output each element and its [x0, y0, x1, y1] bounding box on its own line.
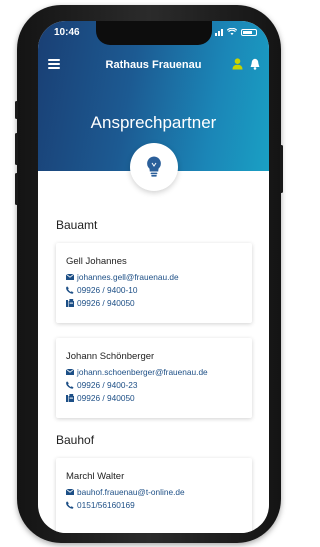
contact-name: Johann Schönberger: [66, 351, 155, 362]
mute-switch: [15, 101, 18, 119]
power-button: [280, 145, 283, 193]
mail-icon: [66, 274, 74, 280]
signal-icon: [215, 28, 223, 36]
contact-phone[interactable]: 0151/56160169: [77, 500, 135, 510]
fax-icon: [66, 299, 74, 307]
user-icon[interactable]: [232, 58, 243, 70]
section-title-bauhof: Bauhof: [56, 433, 95, 447]
lightbulb-badge: [130, 143, 178, 191]
wifi-icon: [227, 28, 237, 35]
app-screen: 10:46 Rathaus Frauenau Ansprechpartner B…: [38, 21, 269, 533]
contact-phone[interactable]: 09926 / 9400-23: [77, 380, 137, 390]
contact-fax: 09926 / 940050: [77, 393, 135, 403]
contact-email-row[interactable]: bauhof.frauenau@t-online.de: [66, 487, 185, 497]
battery-icon: [241, 28, 257, 36]
status-icons: [215, 28, 257, 36]
lightbulb-icon: [147, 156, 161, 177]
mail-icon: [66, 369, 74, 375]
contact-phone-row[interactable]: 0151/56160169: [66, 500, 135, 510]
contact-name: Gell Johannes: [66, 256, 127, 267]
volume-up-button: [15, 133, 18, 165]
contact-card[interactable]: Marchl Walter bauhof.frauenau@t-online.d…: [56, 458, 252, 533]
contact-phone-row[interactable]: 09926 / 9400-10: [66, 285, 137, 295]
contact-email-row[interactable]: johann.schoenberger@frauenau.de: [66, 367, 208, 377]
contact-phone[interactable]: 09926 / 9400-10: [77, 285, 137, 295]
mail-icon: [66, 489, 74, 495]
contact-fax: 09926 / 940050: [77, 298, 135, 308]
section-title-bauamt: Bauamt: [56, 218, 98, 232]
contact-email[interactable]: bauhof.frauenau@t-online.de: [77, 487, 185, 497]
contact-email[interactable]: johannes.gell@frauenau.de: [77, 272, 179, 282]
contact-name: Marchl Walter: [66, 471, 125, 482]
phone-icon: [66, 286, 74, 294]
page-title: Ansprechpartner: [90, 113, 217, 132]
top-navbar: Rathaus Frauenau: [38, 55, 269, 77]
phone-icon: [66, 501, 74, 509]
contact-email[interactable]: johann.schoenberger@frauenau.de: [77, 367, 208, 377]
contact-phone-row[interactable]: 09926 / 9400-23: [66, 380, 137, 390]
contact-card[interactable]: Johann Schönberger johann.schoenberger@f…: [56, 338, 252, 418]
contact-fax-row: 09926 / 940050: [66, 298, 135, 308]
volume-down-button: [15, 173, 18, 205]
fax-icon: [66, 394, 74, 402]
contact-card[interactable]: Gell Johannes johannes.gell@frauenau.de …: [56, 243, 252, 323]
contact-email-row[interactable]: johannes.gell@frauenau.de: [66, 272, 179, 282]
phone-icon: [66, 381, 74, 389]
bell-icon[interactable]: [250, 58, 260, 70]
contact-fax-row: 09926 / 940050: [66, 393, 135, 403]
status-time: 10:46: [54, 27, 80, 38]
notch: [96, 21, 212, 45]
